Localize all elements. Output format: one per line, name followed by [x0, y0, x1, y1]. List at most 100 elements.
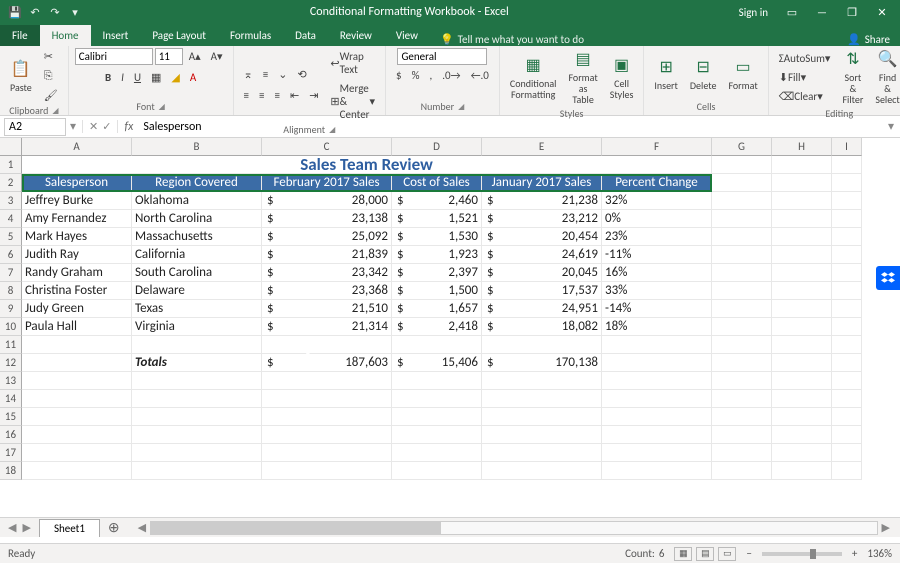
empty-cell[interactable] — [22, 372, 132, 390]
empty-cell[interactable] — [772, 318, 832, 336]
empty-cell[interactable] — [22, 462, 132, 480]
sort-filter-button[interactable]: ⇅Sort & Filter — [838, 48, 867, 107]
data-cell[interactable]: $24,951 — [482, 300, 602, 318]
align-center-button[interactable]: ≡ — [255, 87, 268, 104]
empty-cell[interactable] — [262, 372, 392, 390]
align-middle-button[interactable]: ≡ — [259, 66, 272, 83]
empty-cell[interactable] — [262, 390, 392, 408]
fx-icon[interactable]: fx — [118, 120, 139, 134]
tab-review[interactable]: Review — [328, 25, 384, 46]
data-cell[interactable]: $24,619 — [482, 246, 602, 264]
align-bottom-button[interactable]: ⌄ — [274, 66, 291, 83]
redo-icon[interactable]: ↷ — [48, 5, 62, 19]
table-header-cell[interactable]: Salesperson — [22, 174, 132, 192]
increase-font-button[interactable]: A▴ — [185, 48, 205, 65]
empty-cell[interactable] — [772, 174, 832, 192]
empty-cell[interactable] — [262, 462, 392, 480]
data-cell[interactable]: 23% — [602, 228, 712, 246]
empty-cell[interactable] — [772, 354, 832, 372]
data-cell[interactable]: $21,314 — [262, 318, 392, 336]
empty-cell[interactable] — [712, 210, 772, 228]
data-cell[interactable]: $21,238 — [482, 192, 602, 210]
delete-cells-button[interactable]: ⊟Delete — [686, 56, 721, 93]
empty-cell[interactable] — [772, 264, 832, 282]
empty-cell[interactable] — [132, 426, 262, 444]
font-color-button[interactable]: A — [186, 69, 200, 86]
orientation-button[interactable]: ⟲ — [293, 66, 310, 83]
data-cell[interactable]: $23,342 — [262, 264, 392, 282]
select-all-corner[interactable] — [0, 138, 22, 156]
empty-cell[interactable] — [772, 210, 832, 228]
table-header-cell[interactable]: February 2017 Sales — [262, 174, 392, 192]
data-cell[interactable]: $17,537 — [482, 282, 602, 300]
row-header[interactable]: 14 — [0, 390, 22, 408]
sheet-tab-sheet1[interactable]: Sheet1 — [39, 519, 100, 537]
data-cell[interactable]: $23,212 — [482, 210, 602, 228]
clipboard-dialog-launcher[interactable]: ◢ — [52, 106, 58, 116]
empty-cell[interactable] — [772, 390, 832, 408]
table-header-cell[interactable]: Region Covered — [132, 174, 262, 192]
empty-cell[interactable] — [712, 174, 772, 192]
empty-cell[interactable] — [832, 228, 862, 246]
increase-indent-button[interactable]: ⇥ — [305, 87, 322, 104]
empty-cell[interactable] — [772, 426, 832, 444]
empty-cell[interactable] — [712, 462, 772, 480]
row-header[interactable]: 4 — [0, 210, 22, 228]
empty-cell[interactable] — [262, 408, 392, 426]
data-cell[interactable]: 0% — [602, 210, 712, 228]
empty-cell[interactable] — [832, 264, 862, 282]
empty-cell[interactable] — [712, 192, 772, 210]
data-cell[interactable]: $20,045 — [482, 264, 602, 282]
copy-button[interactable]: ⎘ — [40, 67, 62, 85]
empty-cell[interactable] — [832, 156, 862, 174]
row-header[interactable]: 13 — [0, 372, 22, 390]
empty-cell[interactable] — [602, 426, 712, 444]
formula-input[interactable]: Salesperson — [139, 120, 882, 134]
column-header[interactable]: B — [132, 138, 262, 156]
data-cell[interactable]: $2,397 — [392, 264, 482, 282]
empty-cell[interactable] — [832, 390, 862, 408]
data-cell[interactable]: $23,368 — [262, 282, 392, 300]
clear-button[interactable]: ⌫ Clear ▾ — [775, 88, 835, 105]
empty-cell[interactable] — [262, 444, 392, 462]
empty-cell[interactable] — [602, 354, 712, 372]
tell-me-search[interactable]: 💡 Tell me what you want to do — [430, 33, 837, 46]
empty-cell[interactable] — [132, 372, 262, 390]
empty-cell[interactable] — [772, 246, 832, 264]
empty-cell[interactable] — [602, 462, 712, 480]
empty-cell[interactable] — [712, 354, 772, 372]
new-sheet-button[interactable]: ⊕ — [100, 519, 128, 536]
empty-cell[interactable] — [832, 282, 862, 300]
row-header[interactable]: 3 — [0, 192, 22, 210]
empty-cell[interactable] — [772, 372, 832, 390]
data-cell[interactable]: $21,510 — [262, 300, 392, 318]
empty-cell[interactable] — [832, 318, 862, 336]
empty-cell[interactable] — [392, 390, 482, 408]
empty-cell[interactable] — [132, 462, 262, 480]
normal-view-button[interactable]: ▦ — [674, 547, 692, 561]
align-right-button[interactable]: ≡ — [270, 87, 283, 104]
empty-cell[interactable] — [832, 408, 862, 426]
empty-cell[interactable] — [22, 354, 132, 372]
percent-format-button[interactable]: % — [408, 67, 424, 84]
empty-cell[interactable] — [832, 174, 862, 192]
border-button[interactable]: ▦ — [147, 69, 165, 86]
empty-cell[interactable] — [772, 408, 832, 426]
increase-decimal-button[interactable]: .0→ — [438, 67, 464, 84]
row-header[interactable]: 17 — [0, 444, 22, 462]
empty-cell[interactable] — [22, 336, 132, 354]
sheet-nav-next[interactable]: ▶ — [22, 521, 30, 534]
empty-cell[interactable] — [392, 444, 482, 462]
empty-cell[interactable] — [832, 372, 862, 390]
tab-view[interactable]: View — [384, 25, 430, 46]
page-layout-view-button[interactable]: ▤ — [696, 547, 714, 561]
underline-button[interactable]: U — [130, 69, 145, 86]
tab-home[interactable]: Home — [40, 25, 91, 46]
wrap-text-button[interactable]: ↩ Wrap Text — [326, 48, 379, 78]
empty-cell[interactable] — [712, 426, 772, 444]
data-cell[interactable]: $25,092 — [262, 228, 392, 246]
empty-cell[interactable] — [712, 282, 772, 300]
decrease-decimal-button[interactable]: ←.0 — [467, 67, 493, 84]
empty-cell[interactable] — [832, 354, 862, 372]
data-cell[interactable]: $28,000 — [262, 192, 392, 210]
